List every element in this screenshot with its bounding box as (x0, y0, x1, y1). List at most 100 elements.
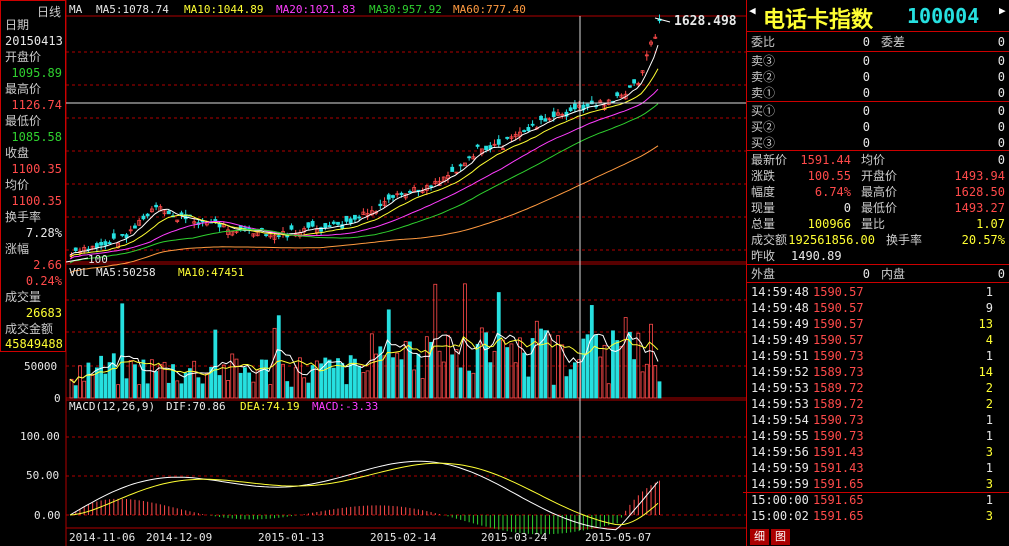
volume-bar (166, 382, 171, 399)
volume-bar (306, 382, 311, 399)
volume-bar (243, 367, 247, 399)
price-candle (73, 247, 78, 251)
volume-bar (99, 355, 104, 399)
volume-bar (90, 375, 95, 399)
volume-bar (69, 378, 74, 399)
x-date-label: 2014-12-09 (146, 531, 213, 544)
tick-row: 14:59:48 1590.57 9 (751, 301, 993, 315)
volume-bar (568, 369, 573, 399)
price-candle (522, 130, 527, 133)
volume-bar (484, 332, 488, 399)
price-candle (276, 235, 281, 238)
ma-title: MA (69, 3, 83, 16)
base-pointer (65, 257, 89, 263)
volume-bar (496, 292, 501, 399)
volume-bar (598, 356, 603, 399)
price-candle (386, 194, 391, 200)
volume-bar (467, 370, 472, 399)
tick-row: 15:00:00 1591.65 1 (751, 493, 993, 507)
volume-bar (340, 362, 345, 399)
low-value: 1085.58 (11, 130, 62, 144)
vol-ma10: MA10:47451 (178, 266, 245, 279)
now-vol-label: 现量 (751, 201, 776, 215)
price-candle (496, 139, 501, 145)
price-candle (353, 214, 357, 220)
sell-row: 卖③ 0 0 (751, 54, 1005, 68)
inner-label: 内盘 (881, 267, 906, 281)
volume-bar (204, 373, 209, 399)
ma30-value: MA30:957.92 (369, 3, 442, 16)
outer-label: 外盘 (751, 267, 776, 281)
tick-row: 14:59:49 1590.57 13 (751, 317, 993, 331)
price-candle (141, 215, 146, 220)
ma5-value: MA5:1078.74 (96, 3, 169, 16)
macd-title: MACD(12,26,9) (69, 400, 156, 413)
chg-label: 涨跌 (751, 169, 776, 183)
volume-bar (175, 380, 180, 399)
price-candle (378, 203, 383, 207)
date-label: 日期 (5, 18, 30, 32)
volume-bar (78, 365, 82, 399)
volume-bar (606, 383, 611, 399)
price-candle (526, 127, 531, 132)
tick-row: 14:59:59 1591.65 3 (751, 477, 993, 491)
volume-bar (327, 359, 332, 399)
price-candle (331, 221, 336, 224)
volume-bar (543, 330, 548, 399)
volume-bar (264, 359, 268, 399)
weibi-value: 0 (862, 35, 870, 49)
vol-ma5: MA5:50258 (96, 266, 156, 279)
volume-bar (213, 329, 218, 399)
price-candle (264, 234, 268, 236)
volume-bar (420, 378, 425, 399)
volume-bar (530, 338, 535, 399)
high-value: 1126.74 (11, 98, 62, 112)
volume-bar (458, 367, 463, 399)
prev-arrow-icon[interactable]: ◀ (749, 4, 756, 17)
volume-bar (357, 365, 362, 399)
volume-bar (107, 362, 112, 399)
avg-label: 均价 (861, 153, 886, 167)
volume-bar (441, 361, 446, 399)
volume-bar (361, 372, 366, 399)
tab-detail[interactable]: 细 (750, 529, 769, 545)
tick-row: 15:00:02 1591.65 3 (751, 509, 993, 523)
volume-bar (200, 383, 205, 399)
bar-info-panel: 日期 20150413 开盘价 1095.89 最高价 1126.74 最低价 … (0, 0, 66, 352)
turnover-label: 换手率 (5, 210, 42, 224)
turn-value: 20.57% (961, 233, 1005, 247)
volume-bar (116, 384, 120, 399)
price-candle (120, 234, 125, 236)
tick-row: 14:59:53 1589.72 2 (751, 397, 993, 411)
price-candle (399, 192, 404, 195)
peak-pointer (654, 17, 671, 23)
volume-bar (128, 360, 133, 399)
price-candle (94, 243, 99, 249)
bottom-tabs: 细图 (750, 529, 792, 545)
volume-bar (255, 369, 260, 399)
price-candle (357, 216, 362, 219)
sell-row: 卖① 0 0 (751, 86, 1005, 100)
open-value: 1493.94 (954, 169, 1005, 183)
volume-bar (657, 381, 662, 399)
tick-row: 14:59:49 1590.57 4 (751, 333, 993, 347)
volume-bar (437, 350, 442, 399)
index-name: 电话卡指数 (763, 8, 874, 33)
tab-chart[interactable]: 图 (771, 529, 790, 545)
volume-bar (226, 380, 230, 399)
macd-dif-line (69, 460, 659, 531)
high-label: 最高价 (5, 82, 42, 96)
amt-value: 192561856.00 (788, 233, 875, 247)
pct-label: 幅度 (751, 185, 776, 199)
volume-bar (450, 354, 455, 399)
volume-bar (179, 383, 184, 399)
next-arrow-icon[interactable]: ▶ (999, 4, 1006, 17)
volume-bar (331, 367, 336, 399)
x-date-label: 2015-03-24 (481, 531, 548, 544)
price-candle (408, 191, 412, 193)
price-candle (99, 242, 104, 246)
weicha-value: 0 (997, 35, 1005, 49)
volume-bar (403, 341, 408, 399)
buy-row: 买② 0 0 (751, 120, 1005, 134)
lb-label: 量比 (861, 217, 886, 231)
